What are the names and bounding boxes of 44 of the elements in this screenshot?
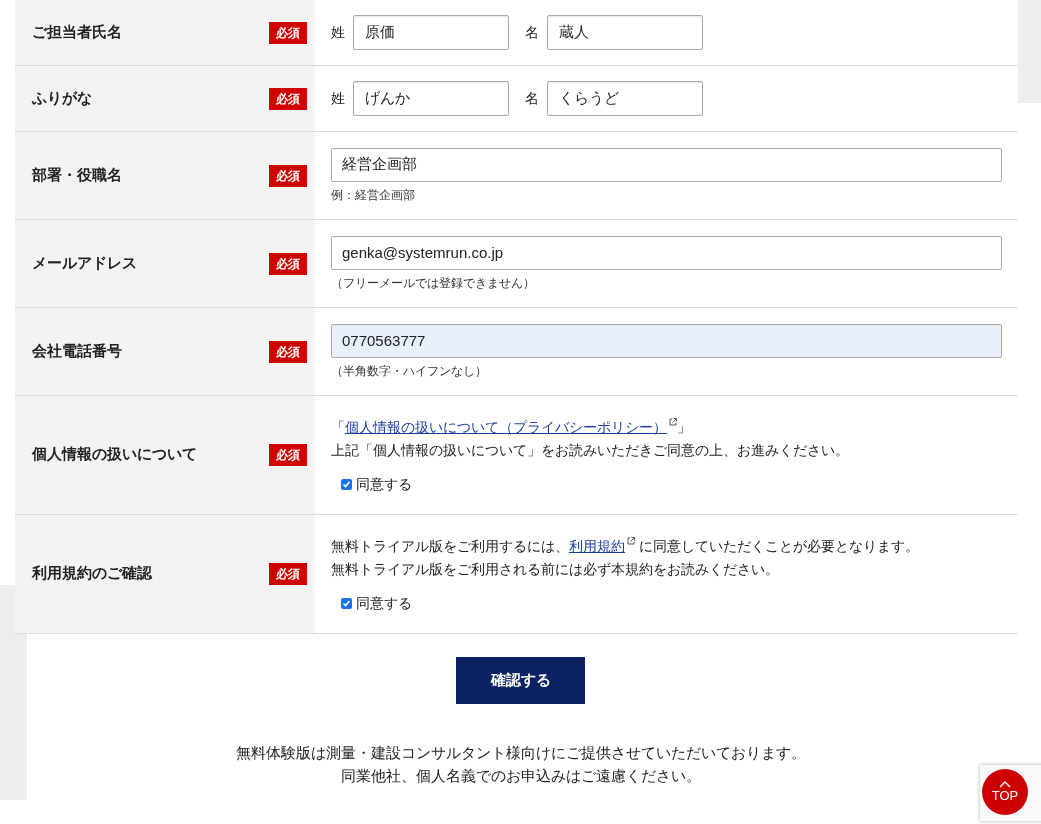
- field-note: （半角数字・ハイフンなし）: [331, 362, 488, 380]
- field-label: ふりがな: [32, 88, 92, 108]
- field-label: 個人情報の扱いについて: [32, 445, 197, 465]
- name-prefix: 名: [525, 89, 539, 108]
- policy-link[interactable]: 個人情報の扱いについて（プライバシーポリシー）: [345, 419, 667, 435]
- name-input[interactable]: 蔵人: [547, 15, 703, 50]
- required-badge: 必須: [269, 87, 307, 110]
- instruction-text: 上記「個人情報の扱いについて」をお読みいただきご同意の上、お進みください。: [331, 441, 850, 460]
- footer-note: 同業他社、個人名義でのお申込みはご遠慮ください。: [340, 767, 701, 786]
- required-badge: 必須: [269, 252, 307, 275]
- field-note: 例：経営企画部: [331, 186, 416, 204]
- text-input[interactable]: 0770563777: [331, 323, 1002, 358]
- name-prefix: 姓: [331, 89, 345, 108]
- required-badge: 必須: [269, 164, 307, 187]
- checkbox-label: 同意する: [356, 474, 412, 494]
- agree-checkbox[interactable]: [341, 597, 352, 609]
- field-note: （フリーメールでは登録できません）: [331, 274, 536, 292]
- name-input[interactable]: くらうど: [547, 81, 703, 116]
- instruction-text: 「個人情報の扱いについて（プライバシーポリシー） 」: [331, 416, 692, 437]
- checkbox-label: 同意する: [356, 593, 412, 613]
- name-input[interactable]: げんか: [353, 81, 509, 116]
- name-input[interactable]: 原価: [353, 15, 509, 50]
- policy-link[interactable]: 利用規約: [569, 538, 625, 554]
- field-label: メールアドレス: [32, 253, 137, 273]
- field-label: ご担当者氏名: [32, 22, 122, 42]
- agree-checkbox[interactable]: [341, 478, 352, 490]
- footer-note: 無料体験版は測量・建設コンサルタント様向けにご提供させていただいております。: [235, 744, 806, 763]
- field-label: 部署・役職名: [32, 165, 122, 185]
- required-badge: 必須: [269, 21, 307, 44]
- text-input[interactable]: 経営企画部: [331, 147, 1002, 182]
- required-badge: 必須: [269, 444, 307, 466]
- confirm-button[interactable]: 確認する: [456, 657, 585, 704]
- name-prefix: 名: [525, 23, 539, 42]
- instruction-text: 無料トライアル版をご利用するには、利用規約 に同意していただくことが必要となります。: [331, 535, 920, 556]
- required-badge: 必須: [269, 563, 307, 585]
- field-label: 利用規約のご確認: [32, 564, 152, 584]
- instruction-text: 無料トライアル版をご利用される前には必ず本規約をお読みください。: [331, 560, 780, 579]
- text-input[interactable]: genka@systemrun.co.jp: [331, 235, 1002, 270]
- required-badge: 必須: [269, 340, 307, 363]
- name-prefix: 姓: [331, 23, 345, 42]
- chevron-up-icon: [999, 781, 1011, 788]
- external-link-icon: [627, 536, 635, 545]
- field-label: 会社電話番号: [32, 341, 122, 361]
- external-link-icon: [669, 417, 677, 426]
